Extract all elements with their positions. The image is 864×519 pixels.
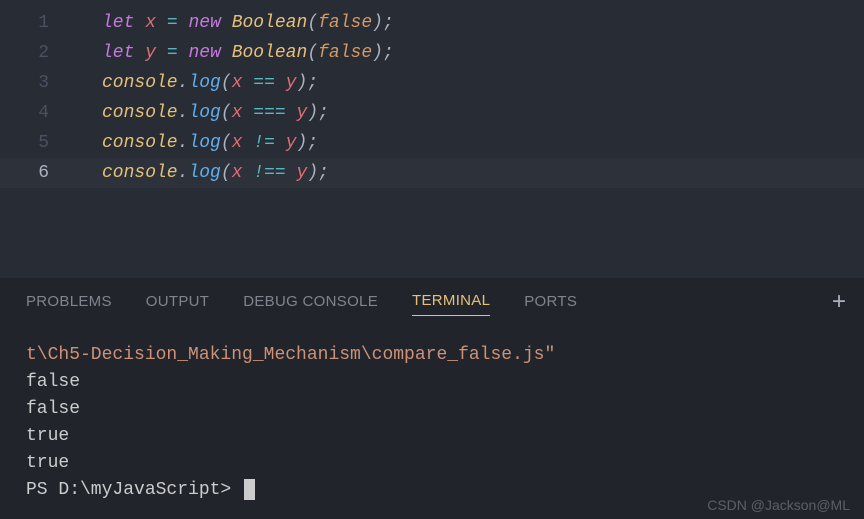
terminal-line: true <box>26 450 864 477</box>
tab-output[interactable]: OUTPUT <box>146 287 209 316</box>
terminal-command-path: t\Ch5-Decision_Making_Mechanism\compare_… <box>26 342 864 369</box>
terminal-line: false <box>26 396 864 423</box>
panel-tabs: PROBLEMS OUTPUT DEBUG CONSOLE TERMINAL P… <box>0 278 864 324</box>
line-number: 3 <box>0 68 75 98</box>
terminal-line: false <box>26 369 864 396</box>
line-number: 1 <box>0 8 75 38</box>
tab-ports[interactable]: PORTS <box>524 287 577 316</box>
cursor-icon <box>244 479 255 500</box>
line-number: 2 <box>0 38 75 68</box>
code-content[interactable]: let y = new Boolean(false); <box>75 38 394 68</box>
code-line[interactable]: 4console.log(x === y); <box>0 98 864 128</box>
line-number: 4 <box>0 98 75 128</box>
line-number: 5 <box>0 128 75 158</box>
terminal-prompt[interactable]: PS D:\myJavaScript> <box>26 477 864 504</box>
code-line[interactable]: 6console.log(x !== y); <box>0 158 864 188</box>
tab-terminal[interactable]: TERMINAL <box>412 286 490 316</box>
tab-problems[interactable]: PROBLEMS <box>26 287 112 316</box>
terminal-line: true <box>26 423 864 450</box>
line-number: 6 <box>0 158 75 188</box>
code-line[interactable]: 3console.log(x == y); <box>0 68 864 98</box>
code-line[interactable]: 5console.log(x != y); <box>0 128 864 158</box>
code-content[interactable]: console.log(x !== y); <box>75 158 329 188</box>
code-content[interactable]: console.log(x != y); <box>75 128 318 158</box>
code-content[interactable]: console.log(x === y); <box>75 98 329 128</box>
code-content[interactable]: console.log(x == y); <box>75 68 318 98</box>
code-line[interactable]: 2let y = new Boolean(false); <box>0 38 864 68</box>
bottom-panel: PROBLEMS OUTPUT DEBUG CONSOLE TERMINAL P… <box>0 278 864 519</box>
terminal-output[interactable]: t\Ch5-Decision_Making_Mechanism\compare_… <box>0 324 864 504</box>
tab-debug-console[interactable]: DEBUG CONSOLE <box>243 287 378 316</box>
code-line[interactable]: 1let x = new Boolean(false); <box>0 8 864 38</box>
new-terminal-icon[interactable]: + <box>832 288 846 316</box>
code-content[interactable]: let x = new Boolean(false); <box>75 8 394 38</box>
code-editor[interactable]: 1let x = new Boolean(false);2let y = new… <box>0 0 864 278</box>
